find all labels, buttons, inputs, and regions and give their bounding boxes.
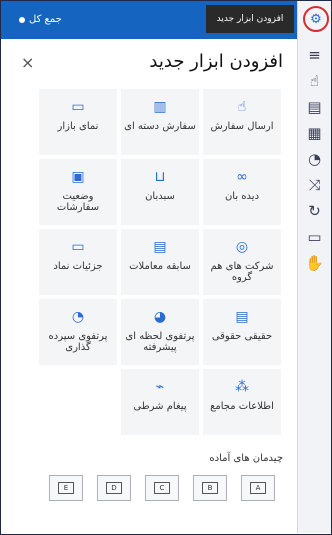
preset-layouts: A B C D E — [45, 475, 281, 505]
tile-label: سفارش دسته ای — [124, 121, 196, 132]
tile-batch-order[interactable]: ▥ سفارش دسته ای — [121, 89, 199, 155]
tile-deposit-portfolio[interactable]: ◔ پرتفوی سپرده گذاری — [39, 299, 117, 365]
tile-label: پیغام شرطی — [133, 401, 187, 412]
layout-a-icon: A — [250, 482, 266, 494]
layout-c-icon: C — [154, 482, 170, 494]
symbol-details-icon: ▭ — [71, 239, 85, 255]
right-icon-rail: ⚙ ≡ ☝ ▤ ▦ ◔ ⤨ ↻ ▭ ✋ — [297, 1, 331, 533]
layout-d-icon: D — [106, 482, 122, 494]
layout-e-icon: E — [58, 482, 74, 494]
preset-b-button[interactable]: B — [193, 475, 227, 501]
layout-b-icon: B — [202, 482, 218, 494]
individual-legal-icon: ▤ — [235, 309, 249, 325]
tile-basket[interactable]: ⊔ سبدبان — [121, 159, 199, 225]
tile-watch[interactable]: ∞ دیده بان — [203, 159, 281, 225]
binoculars-icon: ∞ — [236, 169, 248, 185]
tile-assemblies[interactable]: ⁂ اطلاعات مجامع — [203, 369, 281, 435]
assemblies-icon: ⁂ — [235, 379, 249, 395]
tile-market-view[interactable]: ▭ نمای بازار — [39, 89, 117, 155]
preset-c-button[interactable]: C — [145, 475, 179, 501]
tile-send-order[interactable]: ☝ ارسال سفارش — [203, 89, 281, 155]
deposit-portfolio-icon: ◔ — [71, 309, 85, 325]
panel-title: افزودن ابزار جدید — [149, 51, 283, 72]
tile-label: نمای بازار — [57, 121, 99, 132]
presets-label: چیدمان های آماده — [209, 453, 283, 464]
total-label: جمع کل — [29, 14, 62, 25]
tile-individual-legal[interactable]: ▤ حقیقی حقوقی — [203, 299, 281, 365]
conditional-message-icon: ⌁ — [155, 379, 165, 395]
close-icon[interactable]: × — [21, 53, 34, 72]
refresh-money-icon[interactable]: ↻ — [298, 199, 331, 223]
monitor-icon[interactable]: ▭ — [298, 225, 331, 249]
tile-label: اطلاعات مجامع — [210, 401, 274, 412]
hand-chart-icon[interactable]: ✋ — [298, 251, 331, 275]
add-tool-tooltip: افزودن ابزار جدید — [206, 5, 294, 33]
pie-chart-icon[interactable]: ◔ — [298, 147, 331, 171]
tile-label: ارسال سفارش — [210, 121, 274, 132]
add-tool-gear-icon[interactable]: ⚙ — [303, 6, 329, 32]
total-summary[interactable]: جمع کل — [19, 14, 62, 25]
tile-order-status[interactable]: ▣ وضعیت سفارشات — [39, 159, 117, 225]
batch-order-icon: ▥ — [153, 99, 167, 115]
tile-advanced-portfolio[interactable]: ◕ پرتفوی لحظه ای پیشرفته — [121, 299, 199, 365]
tile-trade-history[interactable]: ▤ سابقه معاملات — [121, 229, 199, 295]
shuffle-icon[interactable]: ⤨ — [298, 173, 331, 197]
tile-label: سابقه معاملات — [129, 261, 191, 272]
top-bar: جمع کل افزودن ابزار جدید — [1, 1, 297, 39]
advanced-portfolio-icon: ◕ — [153, 309, 167, 325]
menu-icon[interactable]: ≡ — [298, 43, 331, 67]
dot-icon — [19, 16, 25, 23]
clipboard-icon[interactable]: ▦ — [298, 121, 331, 145]
tile-group-companies[interactable]: ◎ شرکت های هم گروه — [203, 229, 281, 295]
add-tool-panel: × افزودن ابزار جدید ☝ ارسال سفارش ▥ سفار… — [1, 39, 297, 533]
tile-label: سبدبان — [145, 191, 175, 202]
send-order-icon[interactable]: ☝ — [298, 69, 331, 93]
tile-label: شرکت های هم گروه — [210, 261, 274, 283]
hand-pointer-icon: ☝ — [237, 99, 247, 115]
tile-label: جزئیات نماد — [53, 261, 103, 272]
preset-d-button[interactable]: D — [97, 475, 131, 501]
tile-label: پرتفوی سپرده گذاری — [48, 331, 108, 353]
tile-label: وضعیت سفارشات — [56, 191, 100, 213]
tile-label: دیده بان — [224, 191, 260, 202]
tile-label: پرتفوی لحظه ای پیشرفته — [125, 331, 195, 353]
order-status-icon: ▣ — [71, 169, 85, 185]
trade-history-icon: ▤ — [153, 239, 167, 255]
group-companies-icon: ◎ — [235, 239, 249, 255]
preset-a-button[interactable]: A — [241, 475, 275, 501]
tile-label: حقیقی حقوقی — [211, 331, 273, 342]
basket-icon: ⊔ — [154, 169, 166, 185]
tile-symbol-details[interactable]: ▭ جزئیات نماد — [39, 229, 117, 295]
preset-e-button[interactable]: E — [49, 475, 83, 501]
market-view-icon: ▭ — [71, 99, 85, 115]
tile-conditional-message[interactable]: ⌁ پیغام شرطی — [121, 369, 199, 435]
terminal-icon[interactable]: ▤ — [298, 95, 331, 119]
